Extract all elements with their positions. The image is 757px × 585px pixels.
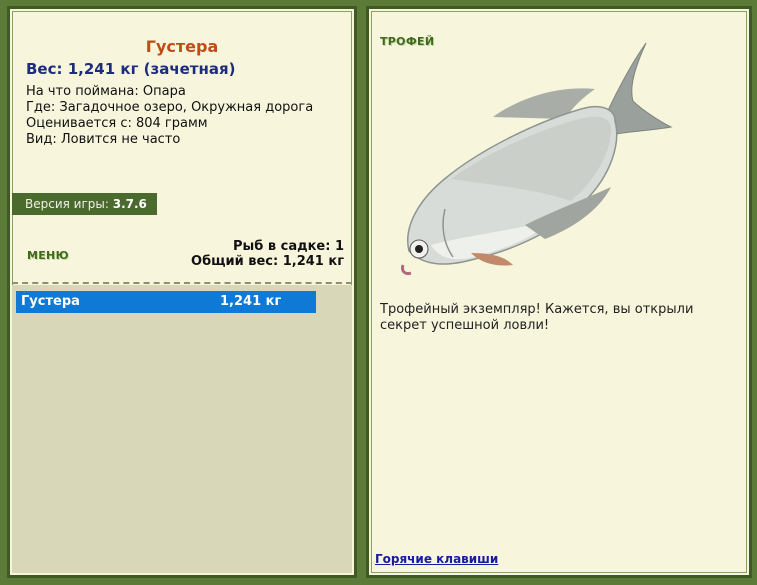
hotkeys-link[interactable]: Горячие клавиши [375, 552, 498, 566]
menu-button[interactable]: МЕНЮ [27, 249, 69, 262]
list-item[interactable]: Густера 1,241 кг [16, 291, 316, 313]
trophy-panel: ТРОФЕЙ Трофейный экземпляр! Кажется, вы … [366, 6, 752, 578]
list-item-weight: 1,241 кг [220, 294, 282, 309]
trophy-message: Трофейный экземпляр! Кажется, вы открыли… [380, 302, 694, 333]
location-info: Где: Загадочное озеро, Окружная дорога [26, 100, 314, 115]
fish-mouth [401, 264, 412, 275]
fish-name-title: Густера [145, 37, 219, 56]
list-item-name: Густера [21, 294, 80, 309]
rarity-info: Вид: Ловится не часто [26, 132, 181, 147]
fish-info-panel: Густера Вес: 1,241 кг (зачетная) На что … [7, 6, 357, 578]
bait-info: На что поймана: Опара [26, 84, 186, 99]
fish-cage-list: Густера 1,241 кг [12, 285, 352, 573]
valued-from-info: Оценивается с: 804 грамм [26, 116, 208, 131]
game-version-bar: Версия игры: 3.7.6 [12, 193, 157, 215]
bream-fish-icon [401, 42, 673, 275]
cage-summary: Рыб в садке: 1 Общий вес: 1,241 кг [191, 239, 344, 269]
total-weight: Общий вес: 1,241 кг [191, 254, 344, 269]
divider [12, 282, 352, 284]
version-label: Версия игры: [25, 197, 109, 211]
fish-pupil [415, 245, 423, 253]
fish-pelvic-fin [471, 253, 513, 266]
fish-count: Рыб в садке: 1 [232, 239, 344, 254]
fish-weight: Вес: 1,241 кг (зачетная) [26, 60, 236, 78]
version-value: 3.7.6 [112, 197, 147, 211]
